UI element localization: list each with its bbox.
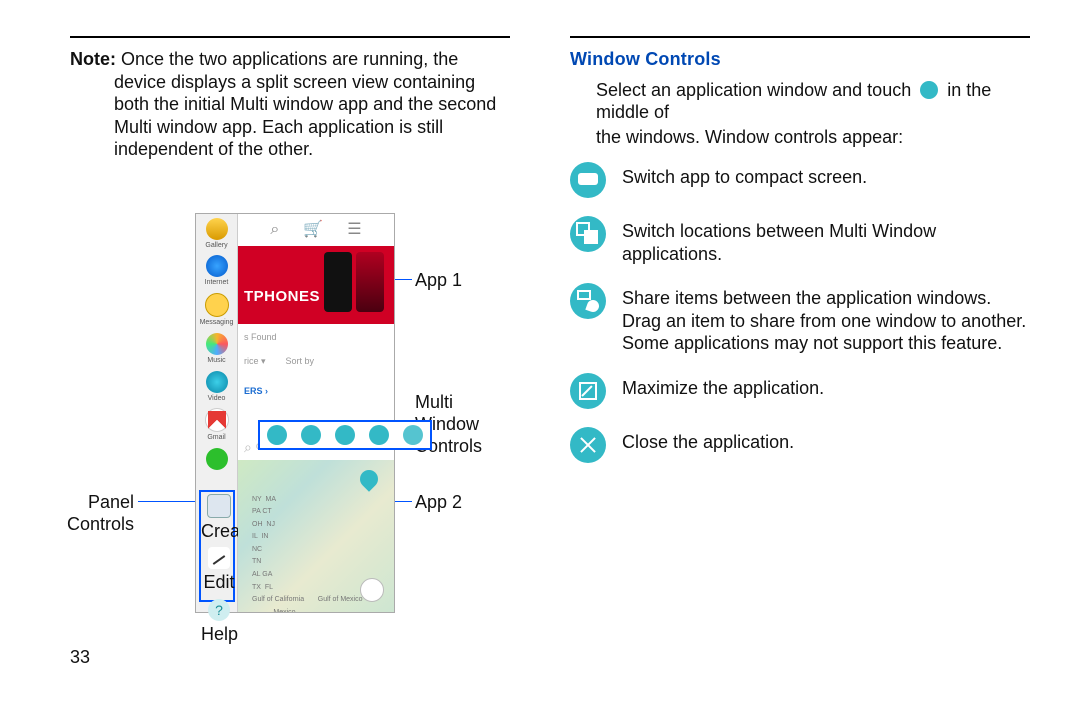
mw-compact-icon[interactable]	[267, 425, 287, 445]
sidebar-gallery[interactable]: Gallery	[199, 216, 235, 254]
compact-icon	[570, 162, 606, 198]
map-labels: NY MA PA CT OH NJ IL IN NC TN AL GA TX F…	[248, 490, 384, 582]
wc-maximize-row: Maximize the application.	[570, 373, 1030, 409]
column-rule	[70, 36, 510, 38]
results-found-label: s Found	[244, 332, 388, 343]
wc-swap-row: Switch locations between Multi Window ap…	[570, 216, 1030, 265]
mw-share-icon[interactable]	[335, 425, 355, 445]
callout-panel-controls: Controls	[64, 513, 134, 536]
callout-panel: Panel	[80, 491, 134, 514]
page-number: 33	[70, 646, 90, 669]
sort-dropdown[interactable]: Sort by	[286, 356, 315, 367]
right-column: Window Controls Select an application wi…	[570, 36, 1030, 481]
top-status-bar: ⌕ 🛒 ☰	[238, 214, 394, 246]
sidebar-messaging[interactable]: Messaging	[199, 291, 235, 331]
menu-icon[interactable]: ☰	[347, 220, 361, 240]
mw-close-icon[interactable]	[403, 425, 423, 445]
wc-close-text: Close the application.	[622, 431, 1030, 454]
mw-maximize-icon[interactable]	[369, 425, 389, 445]
note-text: Note: Once the two applications are runn…	[114, 48, 510, 161]
sidebar-gmail[interactable]: Gmail	[199, 406, 235, 446]
panel-controls-box: Create Edit ?Help	[199, 490, 235, 602]
store-banner: TPHONES	[238, 246, 394, 324]
swap-icon	[570, 216, 606, 252]
map-pin-icon	[356, 466, 381, 491]
price-dropdown[interactable]: rice ▾	[244, 356, 266, 367]
wc-compact-text: Switch app to compact screen.	[622, 166, 1030, 189]
manual-page: Note: Once the two applications are runn…	[0, 0, 1080, 720]
note-label: Note:	[70, 49, 116, 69]
multiwindow-diagram: App 1 Multi Window Controls App 2 Panel …	[140, 213, 490, 613]
wc-share-text: Share items between the application wind…	[622, 287, 1030, 355]
maximize-icon	[570, 373, 606, 409]
window-controls-heading: Window Controls	[570, 48, 1030, 71]
filter-row: rice ▾ Sort by	[244, 356, 388, 367]
leader-panel	[138, 501, 196, 502]
wc-maximize-text: Maximize the application.	[622, 377, 1030, 400]
devices-image	[324, 252, 384, 312]
wc-compact-row: Switch app to compact screen.	[570, 162, 1030, 198]
bottom-app-pane: NY MA PA CT OH NJ IL IN NC TN AL GA TX F…	[238, 460, 394, 612]
handle-icon	[920, 81, 938, 99]
top-app-pane: TPHONES s Found rice ▾ Sort by ERS ›	[238, 246, 394, 436]
panel-edit[interactable]: Edit	[201, 545, 237, 597]
callout-app1: App 1	[415, 269, 462, 292]
close-icon	[570, 427, 606, 463]
callout-multi: Multi	[415, 391, 453, 414]
ers-link[interactable]: ERS ›	[244, 386, 388, 397]
callout-app2: App 2	[415, 491, 462, 514]
left-column: Note: Once the two applications are runn…	[70, 36, 510, 613]
sidebar-video[interactable]: Video	[199, 369, 235, 407]
note-block: Note: Once the two applications are runn…	[70, 48, 510, 161]
sidebar-internet[interactable]: Internet	[199, 253, 235, 291]
panel-create[interactable]: Create	[201, 492, 237, 546]
sidebar-music[interactable]: Music	[199, 331, 235, 369]
multi-window-controls-bar	[258, 420, 432, 450]
column-rule	[570, 36, 1030, 38]
mw-swap-icon[interactable]	[301, 425, 321, 445]
window-controls-intro: Select an application window and touch i…	[596, 79, 1030, 149]
sidebar-hangouts[interactable]	[199, 446, 235, 475]
phone-mock: Gallery Internet Messaging Music Video G…	[195, 213, 395, 613]
panel-help[interactable]: ?Help	[201, 597, 237, 649]
wc-swap-text: Switch locations between Multi Window ap…	[622, 220, 1030, 265]
share-icon	[570, 283, 606, 319]
wc-close-row: Close the application.	[570, 427, 1030, 463]
wc-share-row: Share items between the application wind…	[570, 283, 1030, 355]
search-icon[interactable]: ⌕	[270, 220, 279, 240]
locate-button[interactable]	[360, 578, 384, 602]
cart-icon[interactable]: 🛒	[303, 220, 323, 240]
